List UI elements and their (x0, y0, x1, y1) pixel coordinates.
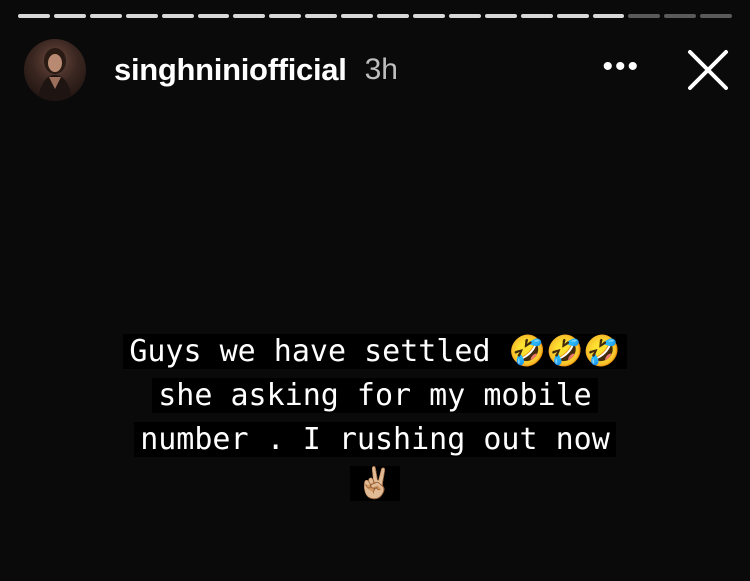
progress-segment (53, 14, 86, 18)
caption-text: number . I rushing out now (134, 422, 616, 457)
progress-segment (592, 14, 625, 18)
progress-segment (484, 14, 517, 18)
more-horizontal-icon[interactable]: ••• (602, 50, 640, 84)
avatar-portrait-icon (38, 48, 72, 101)
progress-segment (125, 14, 158, 18)
story-caption: Guys we have settled 🤣🤣🤣 she asking for … (0, 330, 750, 506)
progress-segment (556, 14, 589, 18)
progress-segment (377, 14, 409, 18)
story-progress-bar (18, 14, 733, 18)
progress-segment (269, 14, 302, 18)
progress-segment (700, 14, 733, 18)
progress-segment (664, 14, 697, 18)
progress-segment (18, 14, 50, 18)
laughing-emoji-icon: 🤣🤣🤣 (508, 334, 621, 369)
progress-segment (628, 14, 661, 18)
close-icon[interactable] (686, 48, 730, 92)
progress-segment (341, 14, 374, 18)
caption-text: she asking for my mobile (152, 378, 598, 413)
progress-segment (161, 14, 194, 18)
username[interactable]: singhniniofficial (114, 52, 347, 88)
progress-segment (412, 14, 445, 18)
victory-hand-emoji-icon: ✌🏼 (350, 466, 400, 501)
caption-text: Guys we have settled (129, 334, 491, 369)
caption-line-4: ✌🏼 (0, 462, 750, 506)
progress-segment (305, 14, 338, 18)
progress-segment (233, 14, 266, 18)
story-header: singhniniofficial 3h ••• (24, 39, 730, 101)
post-time: 3h (364, 53, 398, 86)
progress-segment (520, 14, 553, 18)
caption-line-1: Guys we have settled 🤣🤣🤣 (0, 330, 750, 374)
progress-segment (448, 14, 481, 18)
caption-line-2: she asking for my mobile (0, 374, 750, 418)
caption-line-3: number . I rushing out now (0, 418, 750, 462)
progress-segment (89, 14, 122, 18)
avatar[interactable] (24, 39, 86, 101)
progress-segment (197, 14, 230, 18)
